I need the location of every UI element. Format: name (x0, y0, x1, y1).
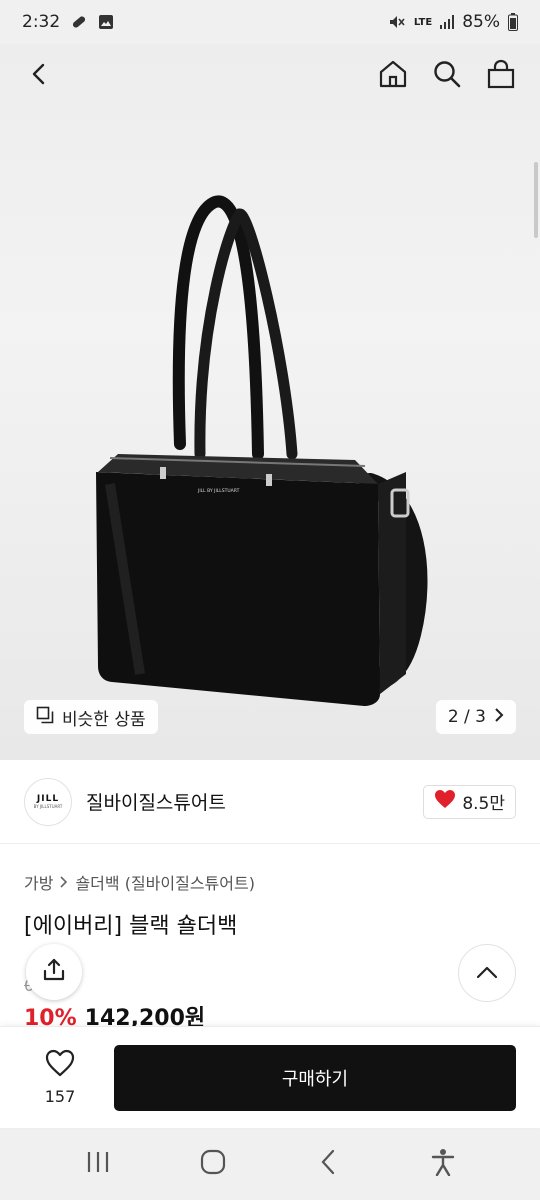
share-icon (41, 957, 67, 987)
mute-icon (388, 13, 406, 31)
accessibility-button[interactable] (419, 1140, 467, 1188)
cart-button[interactable] (484, 59, 518, 93)
product-title: [에이버리] 블랙 숄더백 (24, 914, 238, 939)
battery-percent: 85% (462, 12, 500, 32)
similar-products-label: 비슷한 상품 (62, 709, 146, 730)
wishlist-count: 157 (44, 1087, 76, 1106)
status-time: 2:32 (22, 12, 61, 32)
heart-filled-icon (434, 789, 456, 814)
brand-logo-subtext: BY JILLSTUART (33, 803, 63, 809)
breadcrumb-item[interactable]: 숄더백 (질바이질스튜어트) (75, 870, 255, 894)
image-pager[interactable]: 2 / 3 (435, 700, 516, 734)
brand-logo-text: JILL (36, 793, 60, 804)
pager-text: 2 / 3 (447, 707, 486, 727)
battery-icon (508, 13, 518, 31)
accessibility-icon (431, 1148, 455, 1180)
home-circle-icon (200, 1149, 226, 1179)
recent-apps-button[interactable] (74, 1140, 122, 1188)
pill-icon (70, 13, 88, 31)
brand-like-button[interactable]: 8.5만 (423, 784, 516, 819)
network-label: LTE (413, 16, 433, 28)
bag-brand-text: JILL BY JILLSTUART (197, 488, 240, 494)
chevron-right-icon (59, 873, 69, 892)
similar-icon (36, 706, 54, 729)
share-button[interactable] (26, 944, 82, 1000)
status-bar: 2:32 LTE 85% (0, 0, 540, 44)
back-system-button[interactable] (304, 1140, 352, 1188)
product-image-gallery[interactable]: JILL BY JILLSTUART (0, 44, 540, 760)
breadcrumb: 가방 숄더백 (질바이질스튜어트) (24, 870, 255, 894)
scroll-to-top-button[interactable] (458, 944, 516, 1002)
brand-name[interactable]: 질바이질스튜어트 (86, 788, 226, 815)
back-icon (27, 62, 51, 90)
back-button[interactable] (22, 59, 56, 93)
shopping-bag-icon (486, 59, 516, 93)
buy-button[interactable]: 구매하기 (114, 1044, 516, 1111)
recent-apps-icon (85, 1150, 111, 1178)
home-button[interactable] (376, 59, 410, 93)
brand-like-count: 8.5만 (462, 794, 505, 814)
back-chevron-icon (320, 1149, 336, 1179)
similar-products-button[interactable]: 비슷한 상품 (24, 700, 158, 734)
wishlist-button[interactable]: 157 (24, 1049, 96, 1106)
system-navigation-bar (0, 1128, 540, 1200)
scrollbar-thumb[interactable] (534, 162, 538, 238)
search-icon (432, 59, 462, 93)
image-icon (98, 14, 114, 30)
heart-outline-icon (45, 1049, 75, 1081)
top-navigation (0, 44, 540, 108)
home-icon (378, 59, 408, 93)
signal-icon (440, 14, 455, 30)
brand-logo[interactable]: JILL BY JILLSTUART (24, 777, 72, 826)
breadcrumb-item[interactable]: 가방 (24, 870, 53, 894)
brand-row[interactable]: JILL BY JILLSTUART 질바이질스튜어트 8.5만 (0, 760, 540, 844)
purchase-action-bar: 157 구매하기 (0, 1026, 540, 1128)
home-system-button[interactable] (189, 1140, 237, 1188)
search-button[interactable] (430, 59, 464, 93)
buy-button-label: 구매하기 (281, 1068, 349, 1090)
product-photo-shoulder-bag: JILL BY JILLSTUART (96, 195, 428, 706)
chevron-right-icon (494, 707, 504, 727)
chevron-up-icon (476, 964, 498, 983)
